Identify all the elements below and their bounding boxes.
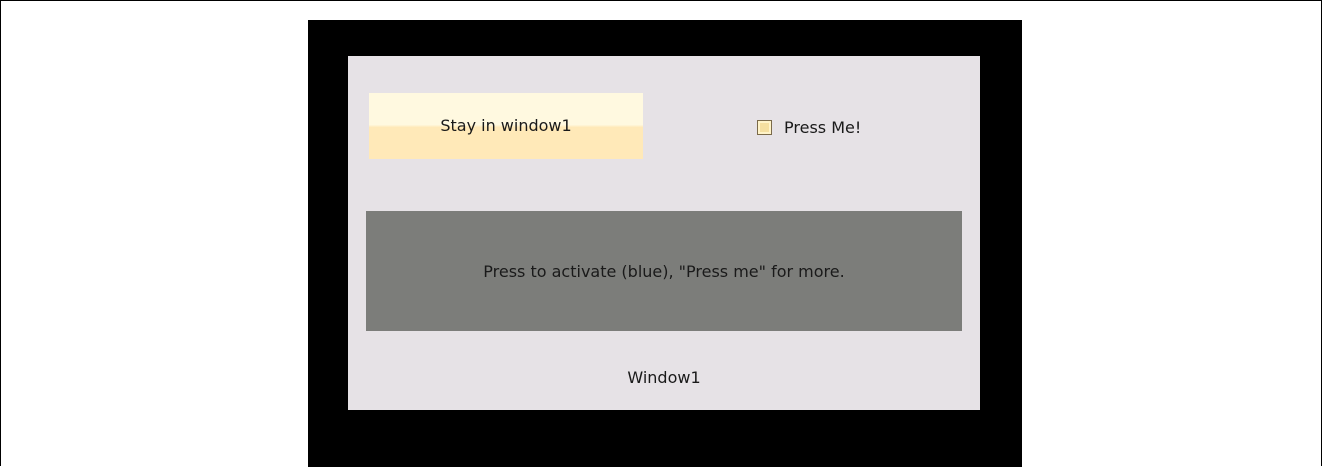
activate-area[interactable]: Press to activate (blue), "Press me" for… <box>366 211 962 331</box>
page-frame: Stay in window1 Press Me! Press to activ… <box>0 0 1322 467</box>
press-me-checkbox[interactable]: Press Me! <box>757 117 861 137</box>
stay-in-window-label: Stay in window1 <box>440 115 572 135</box>
press-me-label[interactable]: Press Me! <box>784 118 861 137</box>
info-text: Press to activate (blue), "Press me" for… <box>483 261 845 281</box>
window1: Stay in window1 Press Me! Press to activ… <box>348 56 980 410</box>
window-title: Window1 <box>627 368 701 387</box>
stay-in-window-button[interactable]: Stay in window1 <box>369 93 643 159</box>
checkbox-unchecked-icon[interactable] <box>757 119 772 135</box>
